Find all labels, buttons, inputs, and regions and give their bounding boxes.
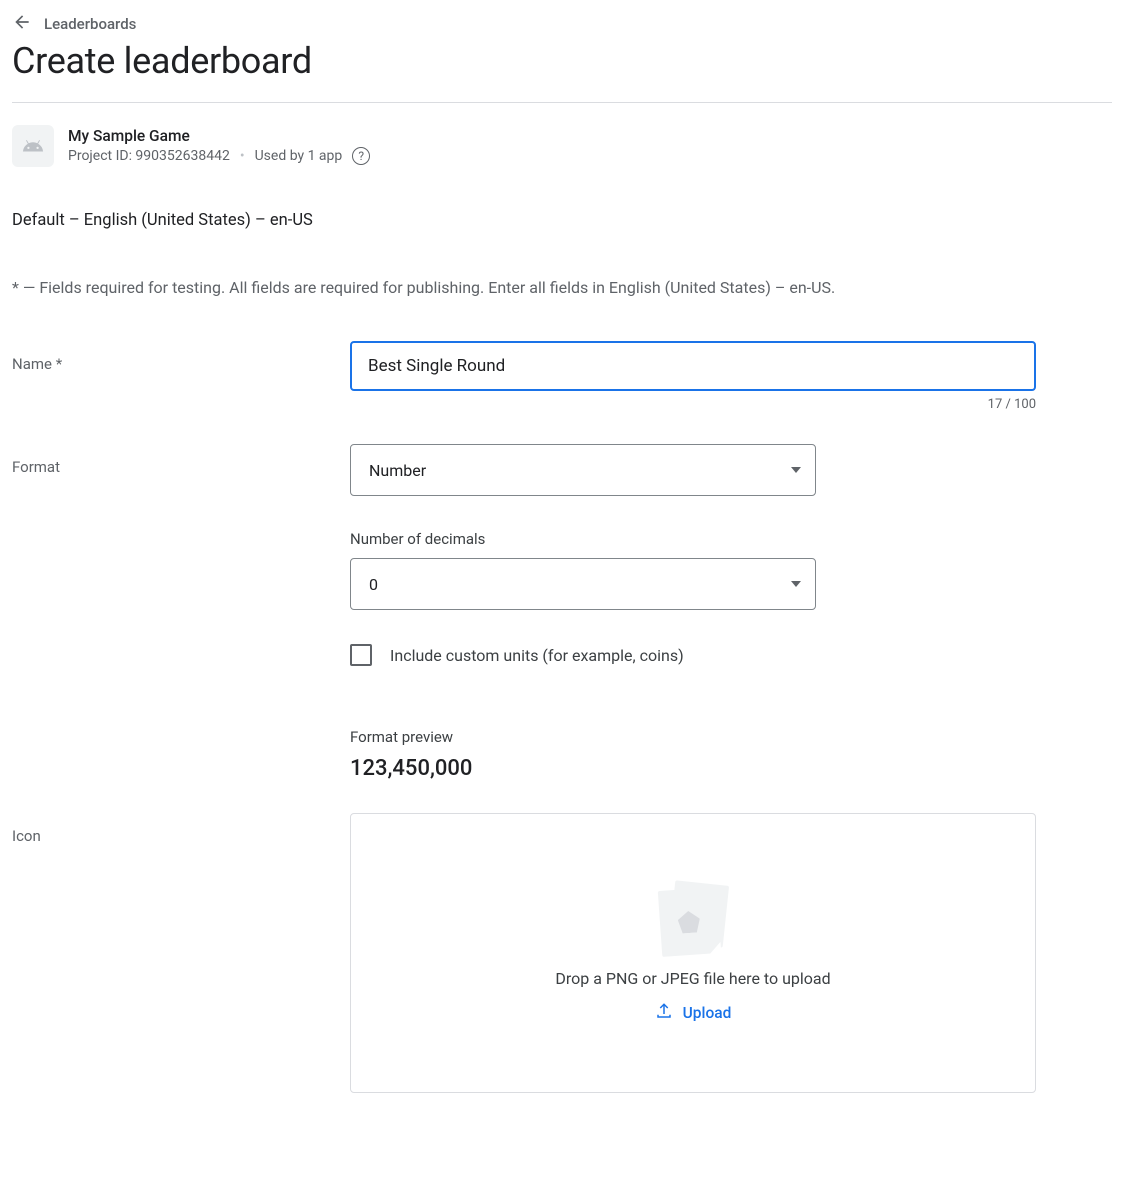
name-char-counter: 17 / 100 [350,397,1036,412]
chevron-down-icon [791,467,801,473]
decimals-select-value: 0 [369,575,378,594]
image-placeholder-icon [654,883,732,955]
help-icon[interactable]: ? [352,147,370,165]
name-label: Name * [12,341,350,373]
required-note: * — Fields required for testing. All fie… [12,278,1112,297]
format-select[interactable]: Number [350,444,816,496]
upload-icon [655,1002,673,1024]
page-title: Create leaderboard [12,40,1112,82]
icon-dropzone[interactable]: Drop a PNG or JPEG file here to upload U… [350,813,1036,1093]
format-select-value: Number [369,461,426,480]
android-icon [12,125,54,167]
decimals-label: Number of decimals [350,530,1036,548]
upload-button-label: Upload [683,1004,732,1022]
dropzone-text: Drop a PNG or JPEG file here to upload [555,969,830,988]
breadcrumb-label[interactable]: Leaderboards [44,15,136,33]
custom-units-checkbox[interactable] [350,644,372,666]
project-used-by: Used by 1 app [255,148,343,164]
divider [12,102,1112,103]
format-preview-label: Format preview [350,728,1036,746]
locale-line: Default – English (United States) – en-U… [12,211,1112,230]
custom-units-label: Include custom units (for example, coins… [390,646,684,665]
project-header: My Sample Game Project ID: 990352638442 … [12,125,1112,167]
format-label: Format [12,444,350,476]
breadcrumb[interactable]: Leaderboards [12,12,1112,36]
format-preview-value: 123,450,000 [350,756,1036,781]
chevron-down-icon [791,581,801,587]
project-id: Project ID: 990352638442 [68,148,230,164]
decimals-select[interactable]: 0 [350,558,816,610]
project-name: My Sample Game [68,127,370,145]
icon-label: Icon [12,813,350,845]
name-input[interactable] [350,341,1036,391]
separator-dot: • [240,148,245,164]
upload-button[interactable]: Upload [655,1002,732,1024]
back-arrow-icon[interactable] [12,12,32,36]
